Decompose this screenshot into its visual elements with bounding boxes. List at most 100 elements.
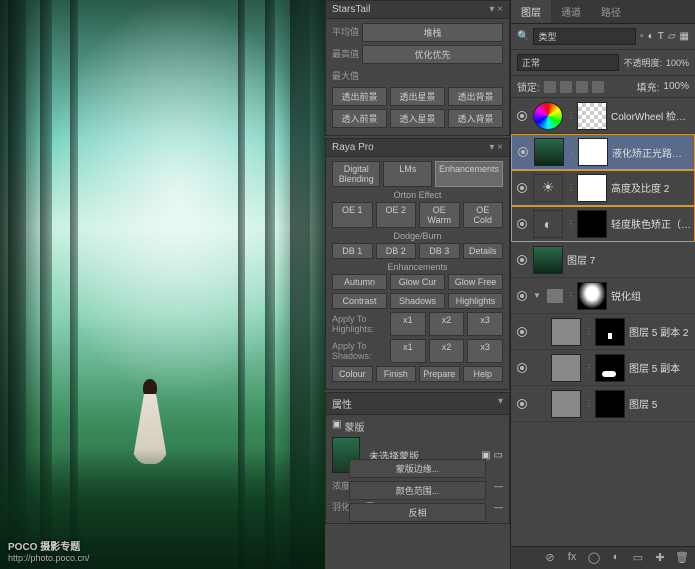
visibility-icon[interactable] [515,361,529,375]
st-btn[interactable]: 透入星景 [390,109,445,128]
db2-button[interactable]: DB 2 [376,243,417,259]
mask-thumb[interactable] [578,138,608,166]
layer-name[interactable]: ColorWheel 检验颜色 [611,108,691,123]
sh-x3-button[interactable]: x3 [467,339,503,363]
help-button[interactable]: Help [463,366,504,382]
layer-thumb[interactable] [534,138,564,166]
st-btn[interactable]: 透入前景 [332,109,387,128]
shadows-button[interactable]: Shadows [390,293,445,309]
sh-x1-button[interactable]: x1 [390,339,426,363]
layer-thumb[interactable] [533,246,563,274]
tab-lms[interactable]: LMs [383,161,431,187]
finish-button[interactable]: Finish [376,366,417,382]
new-group-icon[interactable]: ▭ [631,551,645,565]
layer-name[interactable]: 锐化组 [611,288,691,303]
optimize-button[interactable]: 优化优先 [362,45,503,64]
visibility-icon[interactable] [515,217,529,231]
layer-name[interactable]: 图层 5 副本 2 [629,324,691,339]
layer-row[interactable]: 图层 7 [511,242,695,278]
lock-all-icon[interactable] [592,81,604,93]
layer-thumb[interactable] [551,390,581,418]
oe2-button[interactable]: OE 2 [376,202,417,228]
new-adj-icon[interactable]: ◐ [609,551,623,565]
panel-menu-icon[interactable]: ▾ × [489,4,503,15]
prepare-button[interactable]: Prepare [419,366,460,382]
opacity-value[interactable]: 100% [666,58,689,68]
layer-name[interactable]: 液化矫正光路（怎么加强... [612,145,690,160]
visibility-icon[interactable] [515,181,529,195]
mask-thumb[interactable] [595,318,625,346]
contrast-button[interactable]: Contrast [332,293,387,309]
stack-button[interactable]: 堆栈 [362,23,503,42]
lock-pixel-icon[interactable] [560,81,572,93]
oe1-button[interactable]: OE 1 [332,202,373,228]
lock-pos-icon[interactable] [576,81,588,93]
visibility-icon[interactable] [515,109,529,123]
tab-enhancements[interactable]: Enhancements [435,161,503,187]
mask-thumb[interactable] [577,282,607,310]
filter-text-icon[interactable]: T [658,31,664,42]
link-layers-icon[interactable]: ⊘ [543,551,557,565]
layer-name[interactable]: 图层 7 [567,252,691,267]
visibility-icon[interactable] [515,253,529,267]
filter-pixel-icon[interactable]: ▫ [640,31,644,42]
color-range-button[interactable]: 颜色范围... [349,481,486,500]
details-button[interactable]: Details [463,243,504,259]
filter-shape-icon[interactable]: ▱ [668,31,676,42]
filter-smart-icon[interactable]: ▦ [680,31,689,42]
visibility-icon[interactable] [515,325,529,339]
mask-thumb[interactable] [577,210,607,238]
st-btn[interactable]: 透出背景 [448,87,503,106]
autumn-button[interactable]: Autumn [332,274,387,290]
kind-select[interactable]: 类型 [533,28,636,45]
layer-row[interactable]: ⋮ColorWheel 检验颜色 [511,98,695,134]
layer-thumb[interactable] [551,318,581,346]
visibility-icon[interactable] [515,289,529,303]
visibility-icon[interactable] [515,397,529,411]
layer-name[interactable]: 高度及比度 2 [611,180,691,195]
hl-x3-button[interactable]: x3 [467,312,503,336]
layer-row[interactable]: ⋮图层 5 副本 [511,350,695,386]
oewarm-button[interactable]: OE Warm [419,202,460,228]
highlights-button[interactable]: Highlights [448,293,503,309]
glowfree-button[interactable]: Glow Free [448,274,503,290]
tab-channels[interactable]: 通道 [551,0,591,23]
layer-thumb[interactable] [533,102,563,130]
mask-edge-button[interactable]: 蒙版边缘... [349,459,486,478]
layer-name[interactable]: 轻度肤色矫正（可有可无） [611,216,691,231]
filter-adj-icon[interactable]: ◐ [648,31,654,42]
layer-row[interactable]: ▼⋮锐化组 [511,278,695,314]
visibility-icon[interactable] [516,145,530,159]
layer-list[interactable]: ⋮ColorWheel 检验颜色⋮液化矫正光路（怎么加强...☀⋮高度及比度 2… [511,98,695,422]
fx-icon[interactable]: fx [565,551,579,565]
panel-menu-icon[interactable]: ▾ × [489,142,503,153]
mask-thumb[interactable] [577,102,607,130]
tab-layers[interactable]: 图层 [511,0,551,23]
oecold-button[interactable]: OE Cold [463,202,504,228]
new-layer-icon[interactable]: ✚ [653,551,667,565]
blend-mode-select[interactable]: 正常 [517,54,619,71]
layer-row[interactable]: ☀⋮高度及比度 2 [511,170,695,206]
mask-thumb[interactable] [595,390,625,418]
layer-row[interactable]: ⋮图层 5 副本 2 [511,314,695,350]
layer-row[interactable]: ◐⋮轻度肤色矫正（可有可无） [511,206,695,242]
filter-icon[interactable]: 🔍 [517,31,529,42]
hl-x1-button[interactable]: x1 [390,312,426,336]
tab-digital-blending[interactable]: Digital Blending [332,161,380,187]
lock-trans-icon[interactable] [544,81,556,93]
layer-thumb[interactable] [551,354,581,382]
layer-name[interactable]: 图层 5 副本 [629,360,691,375]
layer-row[interactable]: ⋮图层 5 [511,386,695,422]
tab-paths[interactable]: 路径 [591,0,631,23]
glowcur-button[interactable]: Glow Cur [390,274,445,290]
hl-x2-button[interactable]: x2 [429,312,465,336]
mask-thumb[interactable] [577,174,607,202]
db1-button[interactable]: DB 1 [332,243,373,259]
db3-button[interactable]: DB 3 [419,243,460,259]
sh-x2-button[interactable]: x2 [429,339,465,363]
fill-value[interactable]: 100% [663,81,689,92]
st-btn[interactable]: 透出前景 [332,87,387,106]
expand-icon[interactable]: ▼ [533,291,543,300]
mask-thumb[interactable] [595,354,625,382]
delete-layer-icon[interactable]: 🗑 [675,551,689,565]
